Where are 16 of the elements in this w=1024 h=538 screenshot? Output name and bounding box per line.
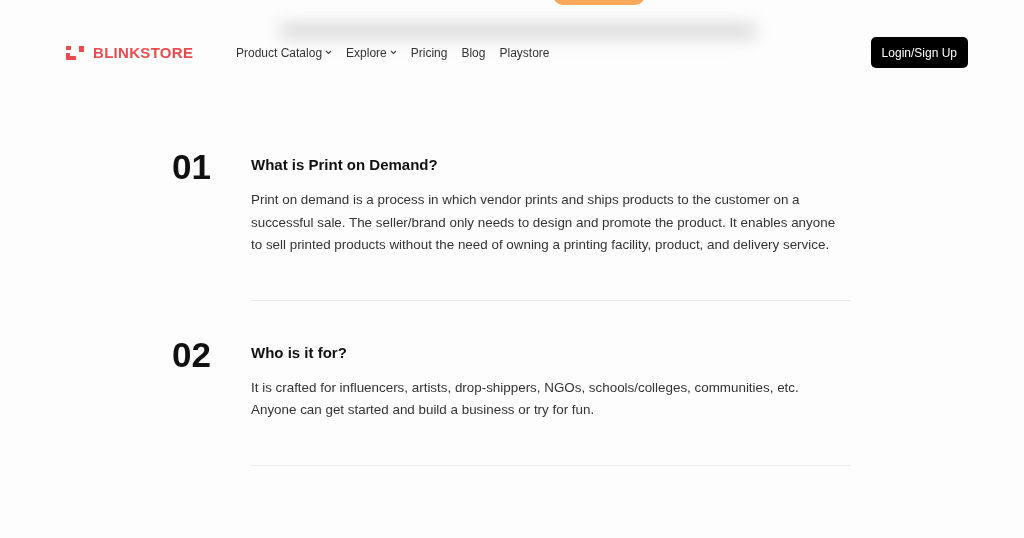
faq-answer: Print on demand is a process in which vendor prints and ships products to the customer on a successful sale. The seller/brand only needs to design and promote the product. It enables anyone to sell printed products without the need of owning a printing facility, product, and delivery service. [251,191,836,254]
nav-link[interactable]: Playstore [499,45,550,60]
faq-question: Who is it for? [251,343,348,361]
logo-icon [66,45,86,60]
chevron-down-icon [389,50,397,55]
nav-link[interactable]: Product Catalog [236,45,333,60]
nav-link[interactable]: Blog [461,45,486,60]
faq-question: What is Print on Demand? [251,156,439,173]
chevron-down-icon [325,50,333,55]
faq-answer: It is crafted for influencers, artists, drop-shippers, NGOs, schools/colleges, communities, etc. Anyone can get started and build a business or try for fun. [251,378,800,419]
faq-number: 02 [172,334,212,376]
faq-number: 01 [172,147,212,188]
nav-link[interactable]: Explore [346,45,397,60]
brand-name[interactable]: BLINKSTORE [93,44,194,61]
login-button[interactable]: Login/Sign Up [870,37,968,68]
nav-link[interactable]: Pricing [410,45,448,60]
